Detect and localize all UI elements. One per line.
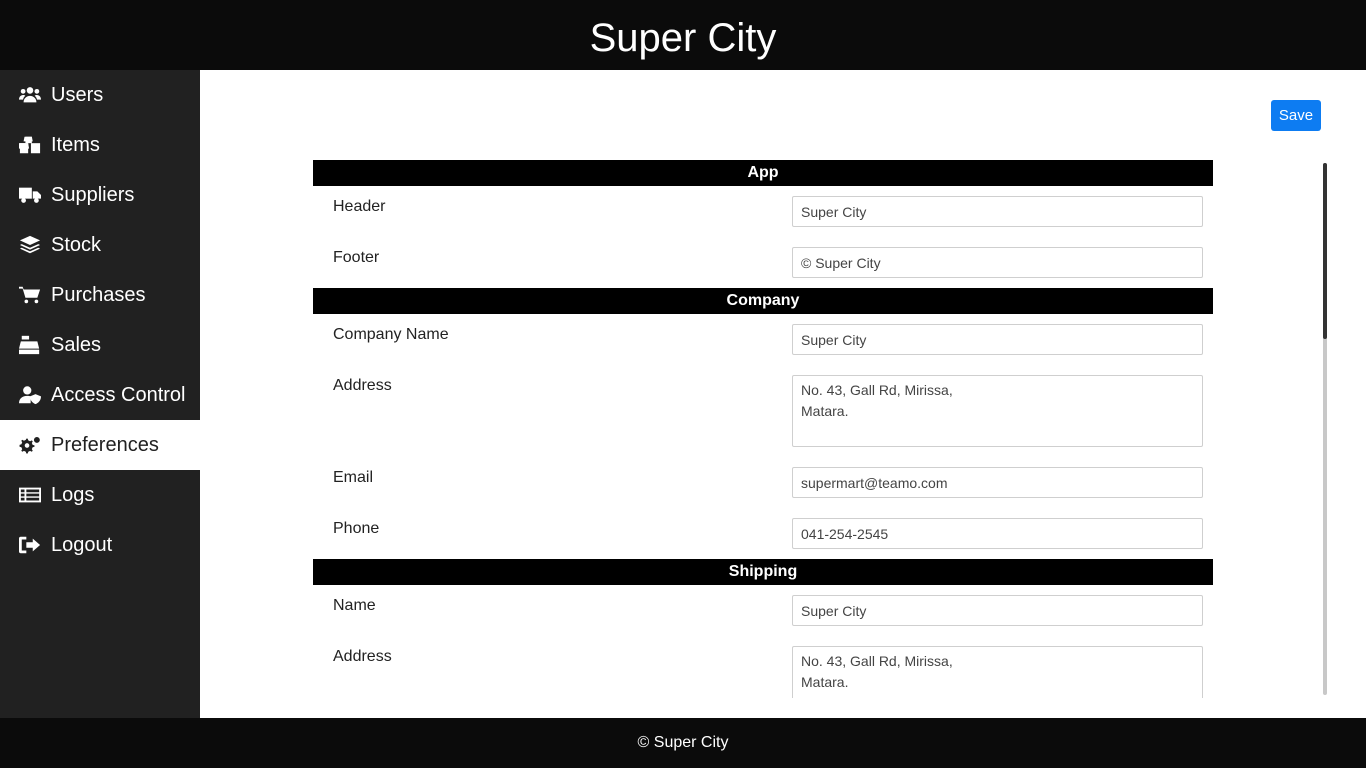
sidebar-item-items[interactable]: Items — [0, 120, 200, 170]
field-label: Footer — [333, 249, 380, 266]
app-footer-input[interactable]: © Super City — [792, 247, 1203, 278]
shipping-address-textarea[interactable]: No. 43, Gall Rd, Mirissa, Matara. — [792, 646, 1203, 698]
cash-register-icon — [19, 334, 45, 356]
sidebar-item-access-control[interactable]: Access Control — [0, 370, 200, 420]
sign-out-icon — [19, 534, 45, 556]
sidebar: Users Items Suppliers Stock Purchases Sa… — [0, 70, 200, 718]
users-icon — [19, 84, 45, 106]
section-header-app: App — [313, 160, 1213, 186]
sidebar-item-label: Sales — [51, 333, 102, 356]
layers-icon — [19, 234, 45, 256]
form-row: Footer © Super City — [313, 247, 1213, 278]
sidebar-item-stock[interactable]: Stock — [0, 220, 200, 270]
company-name-input[interactable]: Super City — [792, 324, 1203, 355]
sidebar-item-label: Access Control — [51, 383, 186, 406]
shipping-name-input[interactable]: Super City — [792, 595, 1203, 626]
list-icon — [19, 484, 45, 506]
form-row: Header Super City — [313, 196, 1213, 227]
form-row: Address No. 43, Gall Rd, Mirissa, Matara… — [313, 375, 1213, 447]
field-label: Address — [333, 648, 392, 665]
sidebar-item-label: Logout — [51, 533, 113, 556]
form-row: Name Super City — [313, 595, 1213, 626]
field-label: Email — [333, 469, 374, 486]
sidebar-item-suppliers[interactable]: Suppliers — [0, 170, 200, 220]
main-content: Save App Header Super City Footer © Supe… — [200, 70, 1366, 718]
top-header: Super City — [0, 0, 1366, 70]
company-phone-input[interactable]: 041-254-2545 — [792, 518, 1203, 549]
gears-icon — [19, 434, 45, 456]
field-label: Name — [333, 597, 376, 614]
sidebar-item-label: Stock — [51, 233, 102, 256]
sidebar-item-label: Items — [51, 133, 100, 156]
form-row: Phone 041-254-2545 — [313, 518, 1213, 549]
footer-text: © Super City — [637, 734, 729, 751]
sidebar-item-label: Logs — [51, 483, 95, 506]
save-button[interactable]: Save — [1271, 100, 1321, 131]
company-email-input[interactable]: supermart@teamo.com — [792, 467, 1203, 498]
field-label: Phone — [333, 520, 380, 537]
company-address-textarea[interactable]: No. 43, Gall Rd, Mirissa, Matara. — [792, 375, 1203, 447]
field-label: Company Name — [333, 326, 449, 343]
sidebar-item-logout[interactable]: Logout — [0, 520, 200, 570]
section-header-company: Company — [313, 288, 1213, 314]
sidebar-item-label: Users — [51, 83, 104, 106]
boxes-icon — [19, 134, 45, 156]
form-row: Email supermart@teamo.com — [313, 467, 1213, 498]
scrollbar-thumb[interactable] — [1323, 163, 1327, 339]
sidebar-item-sales[interactable]: Sales — [0, 320, 200, 370]
app-title: Super City — [589, 16, 777, 60]
field-label: Header — [333, 198, 386, 215]
sidebar-item-label: Preferences — [51, 433, 159, 456]
sidebar-item-preferences[interactable]: Preferences — [0, 420, 200, 470]
sidebar-item-purchases[interactable]: Purchases — [0, 270, 200, 320]
form-row: Address No. 43, Gall Rd, Mirissa, Matara… — [313, 646, 1213, 698]
truck-icon — [19, 184, 45, 206]
sidebar-item-users[interactable]: Users — [0, 70, 200, 120]
form-row: Company Name Super City — [313, 324, 1213, 355]
app-header-input[interactable]: Super City — [792, 196, 1203, 227]
field-label: Address — [333, 377, 392, 394]
section-header-shipping: Shipping — [313, 559, 1213, 585]
sidebar-item-logs[interactable]: Logs — [0, 470, 200, 520]
sidebar-item-label: Suppliers — [51, 183, 135, 206]
user-shield-icon — [19, 384, 45, 406]
sidebar-item-label: Purchases — [51, 283, 146, 306]
cart-icon — [19, 284, 45, 306]
page-footer: © Super City — [0, 718, 1366, 768]
preferences-form: App Header Super City Footer © Super Cit… — [313, 160, 1213, 698]
